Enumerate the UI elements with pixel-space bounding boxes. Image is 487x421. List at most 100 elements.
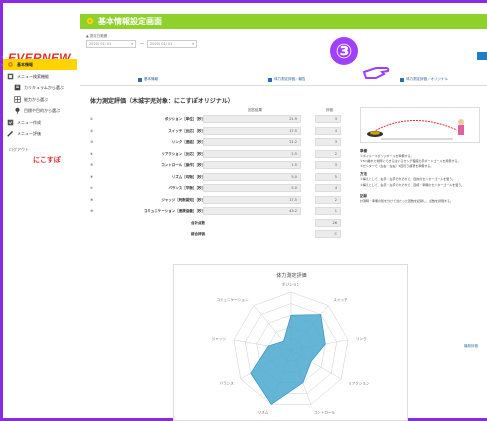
sidebar-item-ability[interactable]: 能力から選ぶ	[3, 94, 77, 105]
date-range-label: ▲ 測定日範囲	[86, 34, 108, 38]
radar-axis-label: ジャッジ	[212, 337, 227, 341]
method-text-2: ②構えとして、右手・左手それぞれで、目標・準備のセンターゴールを狙う。	[360, 183, 465, 187]
chevron-down-icon: ▾	[192, 42, 194, 46]
sidebar-item-label: メニュー検索機能	[17, 73, 49, 79]
chevron-down-icon: ▾	[131, 42, 133, 46]
page-header: 基本情報設定画面	[80, 14, 487, 29]
date-separator: 〜	[140, 41, 144, 46]
sidebar-item-basic-info[interactable]: 基本情報	[3, 59, 77, 70]
row-value-field[interactable]: 1.5	[203, 161, 301, 169]
row-number: ⑤	[90, 163, 94, 167]
radar-axis-label: リンク	[356, 336, 367, 341]
row-number: ⑨	[90, 209, 94, 213]
method-text-1: ①構えとして、右手・左手それぞれで、目的のセンターゴールを狙う。	[360, 177, 456, 181]
grid-icon	[14, 96, 21, 103]
sidebar-item-goal[interactable]: 目標や目的から選ぶ	[3, 105, 77, 116]
radar-axis-label: スイッチ	[333, 297, 348, 302]
row-item-name: バランス［平衡］［秒］	[168, 186, 205, 190]
step-number-badge: ③	[330, 37, 358, 65]
row-value-field[interactable]: 17.5	[203, 195, 301, 204]
tab-fitness-original[interactable]: 体力測定評価／オリジナル	[400, 77, 448, 82]
row-value-field[interactable]: 5.0	[203, 172, 301, 181]
table-row: ② スイッチ［反応］［秒］ 17.5 4	[90, 126, 350, 135]
row-value-field[interactable]: 43.2	[203, 207, 301, 215]
nicospo-logo: にこすぽ	[33, 156, 61, 164]
radar-legend: 最新評価	[464, 344, 478, 348]
row-item-name: コミュニケーション［連携協働］［秒］	[143, 209, 205, 213]
radar-axis-label: リズム	[258, 410, 269, 415]
total-label: 合計点数	[191, 220, 205, 225]
row-number: ⑦	[90, 186, 94, 190]
sidebar-item-label: 能力から選ぶ	[24, 96, 48, 102]
row-item-name: リズム［均衡］［秒］	[171, 174, 205, 179]
table-row: ④ リアクション［反応］［秒］ 2.5 2	[90, 149, 350, 158]
row-value-field[interactable]: 17.5	[203, 126, 301, 135]
row-value-field[interactable]: 21.9	[203, 115, 301, 123]
page-title: 基本情報設定画面	[98, 17, 162, 26]
pin-icon	[14, 107, 21, 114]
row-number: ④	[90, 151, 94, 156]
tab-basic-info[interactable]: 基本情報	[138, 77, 158, 82]
grade-value: C	[315, 230, 341, 238]
search-button[interactable]	[477, 52, 487, 60]
radar-series-area	[250, 314, 326, 405]
tab-square-icon	[268, 77, 272, 82]
checkbox-icon	[7, 119, 14, 126]
row-item-name: ポジション［単位］［秒］	[164, 117, 205, 121]
total-value: 26	[315, 218, 341, 227]
row-number: ①	[90, 117, 94, 121]
table-row: ⑦ バランス［平衡］［秒］ 5.0 4	[90, 184, 350, 192]
row-item-name: リンク［連結］［秒］	[171, 140, 205, 144]
row-item-name: コントロール［操作］［秒］	[161, 163, 205, 167]
sidebar-item-curriculum[interactable]: カリキュラムから選ぶ	[3, 82, 77, 93]
row-score-field: 4	[315, 184, 341, 192]
sidebar-item-label: メニュー評価	[17, 130, 41, 136]
row-item-name: スイッチ［反応］［秒］	[168, 128, 205, 133]
date-to-input[interactable]: 2020/ 01/ 01 ▾	[147, 40, 197, 48]
grade-row: 総合評価 C	[90, 230, 350, 238]
radar-axis-label: コミュニケーション	[216, 297, 249, 302]
row-number: ③	[90, 140, 94, 144]
tab-fitness-report[interactable]: 体力測定評価／報告	[268, 77, 306, 82]
row-score-field: 3	[315, 161, 341, 169]
tab-bar: 基本情報 体力測定評価／報告 体力測定評価／オリジナル	[80, 76, 487, 86]
prep-text-1: ①ボイルースポンジボールを準備する。	[360, 154, 414, 158]
search-menu-icon	[7, 73, 14, 80]
grade-label: 総合評価	[191, 232, 205, 236]
radar-chart-card: 体力測定評価 ポジション スイッチ リンク リアクション コントロール リズム バランス ジャ…	[173, 264, 408, 421]
book-icon	[14, 84, 21, 91]
sidebar-item-menu-search[interactable]: メニュー検索機能	[3, 71, 77, 82]
row-value-field[interactable]: 5.0	[203, 184, 301, 192]
row-score-field: 3	[315, 115, 341, 123]
logout-link[interactable]: ログアウト	[9, 147, 29, 153]
prep-text-2: ②5m離れた場所にできるはいるセンチ程度の手ボードゴールを用意する。	[360, 159, 461, 163]
table-row: ⑧ ジャッジ［判断認知］［秒］ 17.5 2	[90, 195, 350, 204]
row-number: ⑧	[90, 197, 94, 202]
row-value-field[interactable]: 2.5	[203, 149, 301, 158]
column-header-value: 回答結果	[248, 108, 262, 112]
prep-text-3: ③センターで（左右・左右）5回行う練習を準備する。	[360, 164, 434, 168]
sidebar-item-label: メニュー作成	[17, 119, 41, 125]
row-score-field: 2	[315, 149, 341, 158]
radar-axis-label: コントロール	[314, 411, 336, 415]
radar-chart: ポジションスイッチリンクリアクションコントロール リズム バランス ジャッジ コミュニケ…	[212, 282, 370, 415]
row-value-field[interactable]: 21.2	[203, 138, 301, 146]
date-from-input[interactable]: 2020/ 01/ 01 ▾	[86, 40, 136, 48]
radar-axis-label: バランス	[219, 381, 234, 386]
sidebar-item-label: 目標や目的から選ぶ	[24, 107, 60, 113]
section-title: 体力測定評価（木城字児対象：にこすぽオリジナル）	[90, 98, 234, 105]
sidebar-item-menu-create[interactable]: メニュー作成	[3, 117, 77, 128]
sidebar-item-menu-evaluate[interactable]: メニュー評価	[3, 128, 77, 139]
settings-icon	[86, 17, 94, 27]
row-score-field: 3	[315, 138, 341, 146]
row-score-field: 1	[315, 207, 341, 215]
sidebar-item-label: カリキュラムから選ぶ	[24, 84, 64, 90]
row-item-name: ジャッジ［判断認知］［秒］	[161, 197, 205, 202]
row-item-name: リアクション［反応］［秒］	[161, 151, 205, 156]
tab-square-icon	[138, 77, 142, 82]
measurement-illustration	[360, 107, 480, 143]
total-row: 合計点数 26	[90, 218, 350, 227]
row-score-field: 4	[315, 126, 341, 135]
row-number: ⑥	[90, 174, 94, 179]
table-row: ⑤ コントロール［操作］［秒］ 1.5 3	[90, 161, 350, 169]
